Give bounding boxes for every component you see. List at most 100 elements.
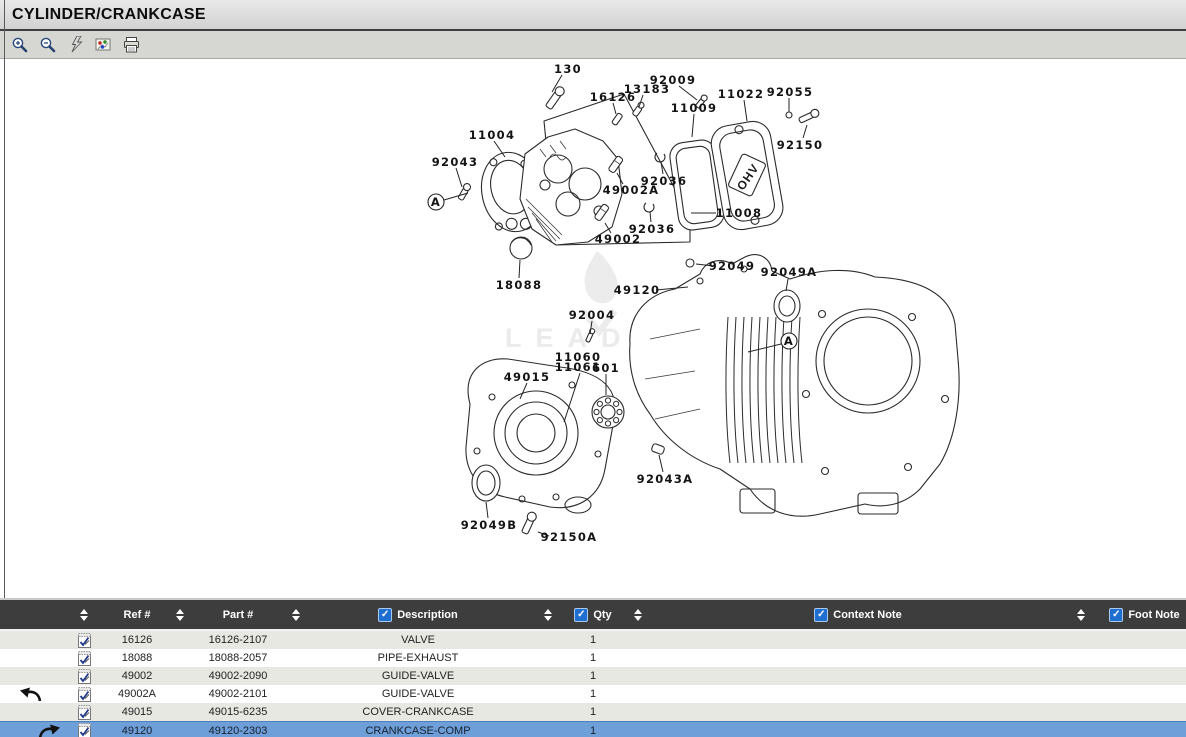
row-qty: 1: [568, 706, 618, 718]
foot-note-checkbox[interactable]: [1109, 608, 1123, 622]
svg-text:92009: 92009: [650, 73, 697, 87]
parts-table-header: Ref # Part # Description Qty Context Not…: [0, 598, 1186, 631]
part-doc-icon: [78, 633, 91, 648]
part-doc-icon: [78, 669, 91, 684]
row-ref: 49015: [106, 706, 168, 718]
row-qty: 1: [568, 670, 618, 682]
row-qty: 1: [568, 725, 618, 737]
svg-text:A: A: [784, 334, 794, 348]
hotspots-button[interactable]: [93, 34, 114, 55]
hotspots-icon: [95, 37, 112, 52]
header-description[interactable]: Description: [397, 609, 458, 621]
row-qty: 1: [568, 652, 618, 664]
table-row[interactable]: 16126 16126-2107 VALVE 1: [0, 631, 1186, 649]
table-row[interactable]: 49002 49002-2090 GUIDE-VALVE 1: [0, 667, 1186, 685]
jump-forward-arrow-icon[interactable]: [36, 723, 62, 737]
parts-catalog-window: CYLINDER/CRANKCASE: [0, 0, 1186, 737]
svg-text:92055: 92055: [767, 85, 814, 99]
part-oil-seal-a: [774, 290, 800, 322]
part-doc-cell[interactable]: [62, 667, 106, 685]
header-qty[interactable]: Qty: [593, 609, 611, 621]
table-row[interactable]: 49015 49015-6235 COVER-CRANKCASE 1: [0, 703, 1186, 721]
svg-text:11008: 11008: [716, 206, 763, 220]
header-ref[interactable]: Ref #: [106, 600, 168, 629]
part-doc-cell[interactable]: [62, 649, 106, 667]
row-part: 49002-2090: [192, 670, 284, 682]
row-indicator: [0, 649, 62, 667]
svg-text:92049B: 92049B: [461, 518, 518, 532]
row-indicator: [0, 703, 62, 721]
part-doc-icon: [78, 705, 91, 720]
header-context-note[interactable]: Context Note: [833, 609, 901, 621]
sort-qty-icon[interactable]: [634, 609, 642, 621]
parts-table-body: 16126 16126-2107 VALVE 1 18088 18088-205…: [0, 631, 1186, 737]
sort-desc2-icon[interactable]: [544, 609, 552, 621]
row-indicator: [0, 631, 62, 649]
zoom-out-button[interactable]: [37, 34, 58, 55]
row-indicator: [0, 722, 62, 737]
svg-text:601: 601: [592, 361, 620, 375]
print-icon: [123, 37, 140, 53]
svg-text:130: 130: [554, 62, 582, 76]
page-title: CYLINDER/CRANKCASE: [0, 6, 206, 24]
svg-text:92043A: 92043A: [637, 472, 694, 486]
context-note-checkbox[interactable]: [814, 608, 828, 622]
header-indicator-col: [0, 600, 62, 629]
row-qty: 1: [568, 634, 618, 646]
zoom-in-button[interactable]: [9, 34, 30, 55]
table-row[interactable]: 49120 49120-2303 CRANKCASE-COMP 1: [0, 721, 1186, 737]
svg-text:92049A: 92049A: [761, 265, 818, 279]
part-doc-cell[interactable]: [62, 703, 106, 721]
row-ref: 18088: [106, 652, 168, 664]
svg-text:11022: 11022: [718, 87, 765, 101]
row-indicator: [0, 685, 62, 703]
sort-desc-icon[interactable]: [292, 609, 300, 621]
sort-context-icon[interactable]: [1077, 609, 1085, 621]
svg-text:92043: 92043: [432, 155, 479, 169]
sort-part-icon[interactable]: [176, 609, 184, 621]
row-description: GUIDE-VALVE: [308, 688, 528, 700]
header-foot-note[interactable]: Foot Note: [1128, 609, 1179, 621]
part-oil-seal-b[interactable]: [472, 465, 500, 501]
print-button[interactable]: [121, 34, 142, 55]
flash-button[interactable]: [65, 34, 86, 55]
header-part[interactable]: Part #: [192, 600, 284, 629]
panel-left-border: [4, 0, 5, 598]
row-qty: 1: [568, 688, 618, 700]
table-row[interactable]: 18088 18088-2057 PIPE-EXHAUST 1: [0, 649, 1186, 667]
sort-ref-icon[interactable]: [80, 609, 88, 621]
part-doc-cell[interactable]: [62, 722, 106, 737]
row-ref: 16126: [106, 634, 168, 646]
row-part: 16126-2107: [192, 634, 284, 646]
row-description: CRANKCASE-COMP: [308, 725, 528, 737]
jump-back-arrow-icon[interactable]: [18, 686, 44, 702]
part-doc-cell[interactable]: [62, 631, 106, 649]
svg-text:49015: 49015: [504, 370, 551, 384]
row-indicator: [0, 667, 62, 685]
svg-text:11009: 11009: [671, 101, 718, 115]
part-doc-cell[interactable]: [62, 685, 106, 703]
description-checkbox[interactable]: [378, 608, 392, 622]
part-doc-icon: [78, 723, 91, 737]
row-ref: 49002: [106, 670, 168, 682]
part-cap-18088: [510, 237, 532, 259]
qty-checkbox[interactable]: [574, 608, 588, 622]
row-description: COVER-CRANKCASE: [308, 706, 528, 718]
exploded-diagram-panel[interactable]: LEADVEN: [0, 59, 1186, 598]
svg-text:49002: 49002: [595, 232, 642, 246]
row-part: 49015-6235: [192, 706, 284, 718]
title-bar: CYLINDER/CRANKCASE: [0, 0, 1186, 31]
svg-text:92049: 92049: [709, 259, 756, 273]
diagram-toolbar: [0, 31, 1186, 59]
zoom-in-icon: [11, 36, 28, 53]
svg-text:A: A: [431, 195, 441, 209]
part-doc-icon: [78, 687, 91, 702]
exploded-diagram[interactable]: LEADVEN: [0, 59, 1186, 598]
table-row[interactable]: 49002A 49002-2101 GUIDE-VALVE 1: [0, 685, 1186, 703]
part-ball-bearing[interactable]: [592, 396, 624, 428]
row-description: PIPE-EXHAUST: [308, 652, 528, 664]
row-description: VALVE: [308, 634, 528, 646]
flash-icon: [69, 36, 83, 53]
row-part: 18088-2057: [192, 652, 284, 664]
svg-text:92150A: 92150A: [541, 530, 598, 544]
